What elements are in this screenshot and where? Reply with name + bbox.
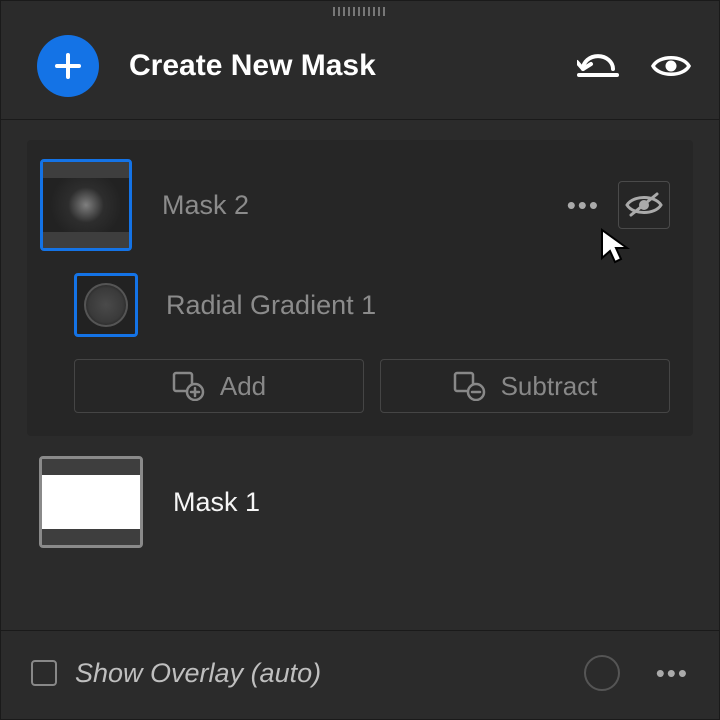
mask-row[interactable]: Mask 1 [27, 456, 693, 548]
mask-thumbnail[interactable] [40, 159, 132, 251]
add-button-label: Add [220, 371, 266, 402]
mask-group-selected: Mask 2 ••• Radial Gradient [27, 140, 693, 436]
toggle-all-visibility-button[interactable] [651, 51, 691, 81]
grip-icon [333, 7, 388, 16]
panel-title: Create New Mask [129, 49, 577, 83]
mask-component-row[interactable]: Radial Gradient 1 [40, 273, 670, 337]
mask-options-button[interactable]: ••• [567, 190, 600, 221]
footer-options-button[interactable]: ••• [656, 658, 689, 689]
eye-hidden-icon [625, 191, 663, 219]
mask-row[interactable]: Mask 2 ••• [40, 159, 670, 251]
masking-panel: Create New Mask [0, 0, 720, 720]
mask-label[interactable]: Mask 1 [173, 487, 693, 518]
radial-gradient-icon [84, 283, 128, 327]
mask-visibility-toggle[interactable] [618, 181, 670, 229]
boolean-operations: Add Subtract [40, 359, 670, 413]
mask-row-actions: ••• [567, 181, 670, 229]
subtract-from-mask-button[interactable]: Subtract [380, 359, 670, 413]
subtract-shape-icon [453, 371, 487, 401]
eye-icon [651, 51, 691, 81]
plus-icon [53, 51, 83, 81]
show-overlay-label[interactable]: Show Overlay (auto) [75, 658, 566, 689]
panel-drag-handle[interactable] [1, 1, 719, 21]
mask-thumbnail[interactable] [39, 456, 143, 548]
undo-button[interactable] [577, 51, 619, 81]
panel-header: Create New Mask [1, 21, 719, 119]
panel-footer: Show Overlay (auto) ••• [1, 630, 719, 719]
mask-list: Mask 2 ••• Radial Gradient [1, 119, 719, 630]
add-shape-icon [172, 371, 206, 401]
subtract-button-label: Subtract [501, 371, 598, 402]
overlay-color-swatch[interactable] [584, 655, 620, 691]
component-thumbnail[interactable] [74, 273, 138, 337]
header-actions [577, 51, 691, 81]
create-new-mask-button[interactable] [37, 35, 99, 97]
show-overlay-checkbox[interactable] [31, 660, 57, 686]
undo-icon [577, 51, 619, 81]
add-to-mask-button[interactable]: Add [74, 359, 364, 413]
mask-label[interactable]: Mask 2 [162, 190, 567, 221]
component-label[interactable]: Radial Gradient 1 [166, 290, 376, 321]
